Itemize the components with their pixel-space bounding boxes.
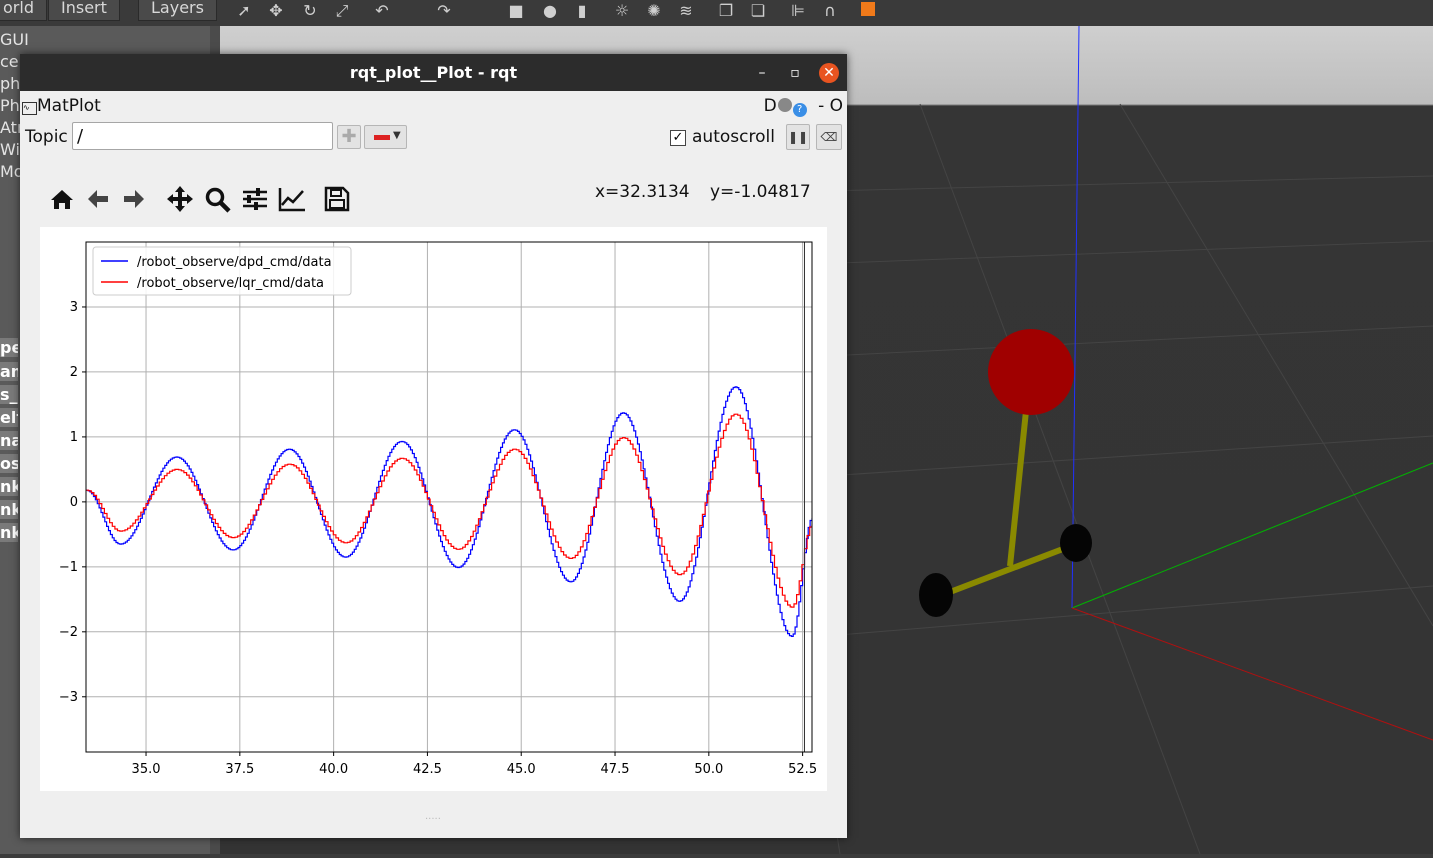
add-topic-button[interactable]: ✚ (337, 125, 361, 149)
configure-subplots-icon[interactable] (240, 185, 270, 213)
robot-left-wheel (919, 573, 953, 617)
rotate-icon[interactable]: ↻ (300, 2, 320, 20)
clear-icon: ⌫ (820, 130, 838, 144)
undo-icon[interactable]: ↶ (372, 2, 392, 20)
scale-icon[interactable]: ⤢ (332, 2, 352, 20)
y-tick-label: 3 (70, 300, 78, 315)
topic-input[interactable]: / (72, 122, 333, 150)
redo-icon[interactable]: ↷ (434, 2, 454, 20)
align-icon[interactable]: ⊫ (788, 2, 808, 20)
y-tick-label: −3 (59, 690, 78, 705)
point-light-icon[interactable]: ☼ (612, 2, 632, 20)
window-titlebar[interactable]: rqt_plot__Plot - rqt – ▫ ✕ (20, 54, 847, 91)
box-icon[interactable]: ■ (506, 2, 526, 20)
robot-ball (988, 329, 1074, 415)
robot-pole (1007, 410, 1029, 567)
robot-right-wheel (1060, 524, 1092, 562)
window-title: rqt_plot__Plot - rqt (349, 63, 518, 82)
x-tick-label: 47.5 (601, 762, 630, 777)
directional-light-icon[interactable]: ≋ (676, 2, 696, 20)
autoscroll-checkbox[interactable]: ✓ (670, 130, 686, 146)
cursor-x-readout: x=32.3134 (595, 182, 690, 202)
axes-frame (85, 241, 813, 753)
settings-icon[interactable] (777, 98, 792, 112)
clear-button[interactable]: ⌫ (816, 124, 842, 150)
pan-icon[interactable] (165, 185, 195, 213)
help-icon[interactable]: ? (792, 103, 807, 117)
minus-icon (374, 135, 390, 140)
left-panel-item[interactable]: ph (0, 74, 20, 93)
y-tick-label: 1 (70, 430, 78, 445)
spot-light-icon[interactable]: ✺ (644, 2, 664, 20)
property-row[interactable]: os (0, 454, 18, 473)
rqt-plot-window: rqt_plot__Plot - rqt – ▫ ✕ ∿ MatPlot D? -… (20, 54, 847, 838)
close-icon[interactable]: ✕ (819, 63, 839, 83)
menu-insert[interactable]: Insert (48, 0, 120, 21)
chevron-down-icon: ▼ (393, 130, 401, 141)
maximize-icon[interactable]: ▫ (785, 63, 805, 83)
legend-label: /robot_observe/dpd_cmd/data (137, 255, 332, 270)
plugin-name: MatPlot (37, 96, 101, 116)
x-tick-label: 45.0 (507, 762, 536, 777)
pause-icon: ❚❚ (787, 130, 809, 144)
select-arrow-icon[interactable]: ➚ (234, 2, 254, 20)
line-chart[interactable]: 35.0 37.5 40.0 42.5 45.0 47.5 50.0 52.5 −3 −2 −1 0 1… (40, 227, 827, 791)
x-tick-label: 37.5 (225, 762, 254, 777)
plugin-header-controls: D? - O (764, 96, 843, 117)
back-icon[interactable] (83, 185, 113, 213)
paste-icon[interactable]: ❏ (748, 2, 768, 20)
topic-label: Topic (25, 127, 68, 147)
close-plugin-label[interactable]: - O (818, 96, 843, 116)
background-toolbar: orld Insert Layers ➚ ✥ ↻ ⤢ ↶ ↷ ■ ● ▮ ☼ ✺… (0, 0, 1433, 26)
x-tick-label: 40.0 (319, 762, 348, 777)
save-icon[interactable] (322, 185, 352, 213)
property-row[interactable]: nk (0, 523, 18, 542)
property-row[interactable]: elf (0, 408, 18, 427)
minimize-icon[interactable]: – (752, 63, 772, 83)
x-axis-line (1071, 607, 1433, 741)
plus-icon: ✚ (341, 126, 357, 147)
y-tick-label: −1 (59, 560, 78, 575)
y-tick-label: 2 (70, 365, 78, 380)
copy-icon[interactable]: ❐ (716, 2, 736, 20)
menu-layers[interactable]: Layers (138, 0, 217, 21)
legend-label: /robot_observe/lqr_cmd/data (137, 276, 324, 291)
left-panel-item[interactable]: ce (0, 52, 19, 71)
pause-button[interactable]: ❚❚ (786, 124, 810, 150)
cylinder-icon[interactable]: ▮ (572, 2, 592, 20)
x-tick-label: 50.0 (694, 762, 723, 777)
series-line-1 (86, 386, 812, 637)
dock-label[interactable]: D (764, 96, 777, 116)
zoom-icon[interactable] (203, 185, 233, 213)
plot-canvas[interactable]: 35.0 37.5 40.0 42.5 45.0 47.5 50.0 52.5 −3 −2 −1 0 1… (40, 227, 827, 791)
series-line-2 (86, 413, 812, 608)
menu-world[interactable]: orld (0, 0, 47, 21)
autoscroll-label: autoscroll (692, 127, 775, 147)
y-tick-label: −2 (59, 625, 78, 640)
property-row[interactable]: na (0, 431, 18, 450)
property-row[interactable]: pe (0, 338, 18, 357)
plugin-header: ∿ MatPlot (22, 96, 101, 116)
cursor-y-readout: y=-1.04817 (710, 182, 811, 202)
left-panel-item[interactable]: GUI (0, 30, 29, 49)
snap-icon[interactable]: ∩ (820, 2, 840, 20)
forward-icon[interactable] (119, 185, 149, 213)
x-tick-label: 42.5 (413, 762, 442, 777)
property-row[interactable]: am (0, 362, 18, 381)
edit-axis-icon[interactable] (277, 185, 307, 213)
property-row[interactable]: nk (0, 500, 18, 519)
remove-topic-button[interactable]: ▼ (364, 125, 407, 149)
x-tick-label: 52.5 (788, 762, 817, 777)
property-row[interactable]: s_s (0, 385, 18, 404)
plugin-icon: ∿ (22, 102, 37, 115)
splitter-handle[interactable]: ..... (425, 811, 441, 822)
home-icon[interactable] (47, 185, 77, 213)
y-tick-label: 0 (70, 495, 78, 510)
change-view-icon[interactable] (858, 2, 878, 20)
sphere-icon[interactable]: ● (540, 2, 560, 20)
property-row[interactable]: nk (0, 477, 18, 496)
translate-icon[interactable]: ✥ (266, 2, 286, 20)
x-tick-label: 35.0 (132, 762, 161, 777)
